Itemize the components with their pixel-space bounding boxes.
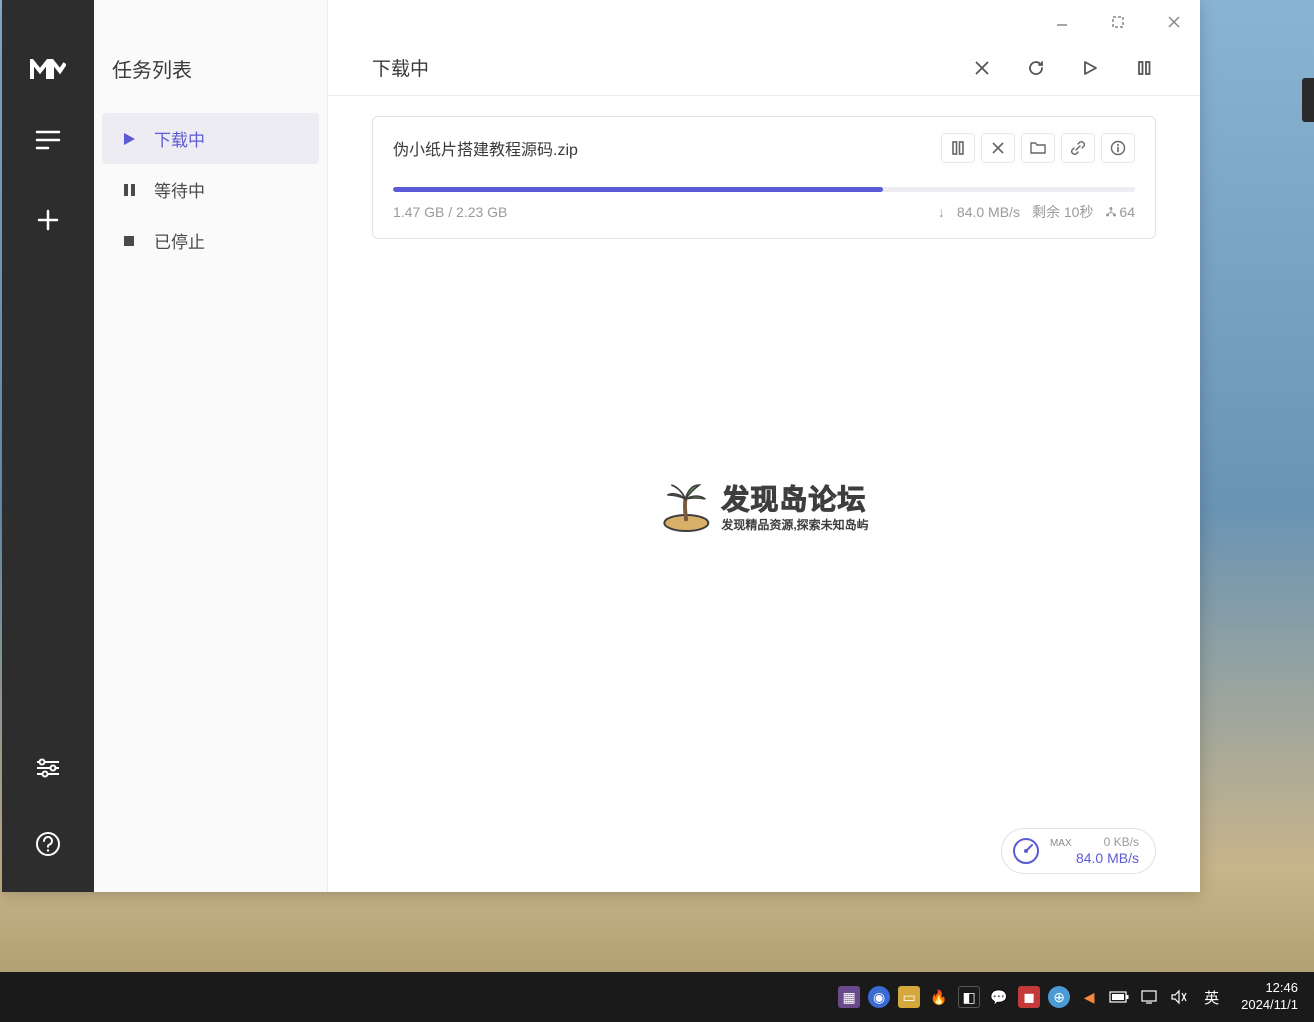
watermark-title: 发现岛论坛 [721,478,868,518]
tray-wechat-icon[interactable]: 💬 [988,986,1010,1008]
task-pause-button[interactable] [941,133,975,163]
windows-taskbar: ▦ ◉ ▭ 🔥 ◧ 💬 ◼ ⊕ ◀ 英 12:46 2024/11/1 [0,972,1314,1022]
task-link-button[interactable] [1061,133,1095,163]
nav-item-downloading[interactable]: 下载中 [102,113,319,164]
close-icon [974,60,990,76]
tray-flame-icon[interactable]: 🔥 [928,986,950,1008]
watermark: 发现岛论坛 发现精品资源,探索未知岛屿 [659,478,868,533]
play-icon [1082,60,1098,76]
maximize-icon [1111,15,1125,29]
task-speed: 84.0 MB/s [957,204,1020,220]
pause-icon [120,181,138,199]
speed-download: 84.0 MB/s [1076,850,1139,867]
close-window-button[interactable] [1160,8,1188,36]
progress-bar [393,187,1135,192]
tray-clock[interactable]: 12:46 2024/11/1 [1233,980,1306,1014]
help-icon [35,831,61,857]
task-remaining: 剩余 10秒 [1032,202,1093,222]
play-icon [120,130,138,148]
plus-icon [36,208,60,232]
nav-item-stopped[interactable]: 已停止 [94,215,327,266]
tray-volume-icon[interactable] [1168,986,1190,1008]
tray-battery-icon[interactable] [1108,986,1130,1008]
task-filename: 伪小纸片搭建教程源码.zip [393,136,578,160]
pause-all-button[interactable] [1132,56,1156,80]
page-title: 下载中 [372,54,429,81]
refresh-button[interactable] [1024,56,1048,80]
nav-item-waiting[interactable]: 等待中 [94,164,327,215]
speed-widget[interactable]: MAX 0 KB/s 84.0 MB/s [1001,828,1156,874]
tray-speaker-icon[interactable]: ◀ [1078,986,1100,1008]
tray-app-icon[interactable]: ⊕ [1048,986,1070,1008]
tray-app-icon[interactable]: ◉ [868,986,890,1008]
task-card[interactable]: 伪小纸片搭建教程源码.zip [372,116,1156,239]
minimize-button[interactable] [1048,8,1076,36]
tray-app-icon[interactable]: ▦ [838,986,860,1008]
tray-time: 12:46 [1265,980,1298,997]
download-arrow-icon: ↓ [938,204,945,220]
tray-app-icon[interactable]: ◧ [958,986,980,1008]
nav-item-label: 等待中 [154,177,205,202]
stop-icon [120,232,138,250]
delete-all-button[interactable] [970,56,994,80]
palm-tree-icon [659,479,713,533]
nav-item-label: 已停止 [154,228,205,253]
progress-fill [393,187,883,192]
menu-toggle-button[interactable] [24,116,72,164]
watermark-subtitle: 发现精品资源,探索未知岛屿 [721,516,868,533]
task-folder-button[interactable] [1021,133,1055,163]
task-info-button[interactable] [1101,133,1135,163]
sliders-icon [35,757,61,779]
speed-upload: 0 KB/s [1104,835,1139,849]
side-handle[interactable] [1302,78,1314,122]
close-icon [991,141,1005,155]
connections-icon [1105,206,1117,218]
pause-icon [1137,60,1151,76]
nav-panel: 任务列表 下载中 等待中 已停止 [94,0,328,892]
add-task-button[interactable] [24,196,72,244]
app-logo [28,54,68,84]
task-list: 伪小纸片搭建教程源码.zip [328,96,1200,259]
tray-ime[interactable]: 英 [1198,987,1225,1008]
folder-icon [1030,141,1046,155]
link-icon [1070,140,1086,156]
tray-network-icon[interactable] [1138,986,1160,1008]
toolbar [970,56,1156,80]
dark-sidebar [2,0,94,892]
pause-icon [952,141,964,155]
settings-button[interactable] [24,744,72,792]
help-button[interactable] [24,820,72,868]
task-size: 1.47 GB / 2.23 GB [393,204,507,220]
refresh-icon [1027,59,1045,77]
motrix-window: 任务列表 下载中 等待中 已停止 [2,0,1200,892]
tray-app-icon[interactable]: ▭ [898,986,920,1008]
maximize-button[interactable] [1104,8,1132,36]
info-icon [1110,140,1126,156]
task-connections: 64 [1119,204,1135,220]
minimize-icon [1055,15,1069,29]
resume-all-button[interactable] [1078,56,1102,80]
nav-item-label: 下载中 [154,126,205,151]
close-icon [1167,15,1181,29]
main-area: 下载中 伪小纸片搭建教程源码.zip [328,0,1200,892]
task-delete-button[interactable] [981,133,1015,163]
nav-title: 任务列表 [94,54,327,113]
tray-date: 2024/11/1 [1241,997,1298,1014]
gauge-icon [1012,837,1040,865]
speed-max-label: MAX [1050,838,1072,850]
window-controls [1048,8,1188,36]
hamburger-icon [35,130,61,150]
tray-app-icon[interactable]: ◼ [1018,986,1040,1008]
